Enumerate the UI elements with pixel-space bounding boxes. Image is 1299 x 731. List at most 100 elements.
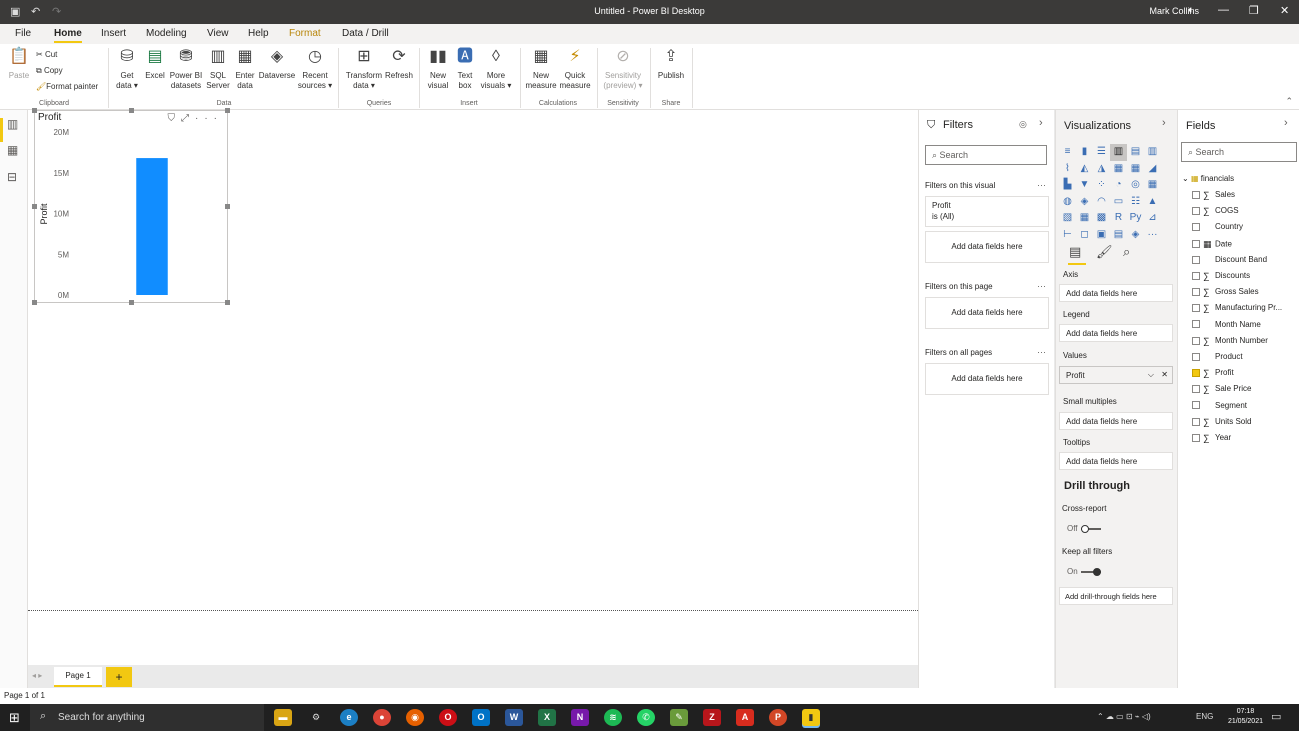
field-checkbox[interactable] — [1192, 417, 1200, 426]
100-column-icon[interactable]: ▥ — [1144, 144, 1161, 161]
refresh-button[interactable]: ⟳ Refresh — [384, 46, 414, 81]
smart-narrative-icon[interactable]: ▣ — [1093, 227, 1110, 244]
field-checkbox[interactable] — [1192, 434, 1200, 442]
chevron-down-icon[interactable]: ⌵ — [1148, 370, 1154, 380]
notepad-icon[interactable]: ✎ — [670, 709, 688, 726]
pie-icon[interactable]: ◔ — [1110, 177, 1127, 194]
taskbar-search[interactable]: ⌕ Search for anything — [30, 704, 264, 731]
resize-handle[interactable] — [225, 300, 230, 305]
line-column-icon[interactable]: ▦ — [1110, 161, 1127, 178]
field-checkbox[interactable] — [1192, 352, 1200, 361]
key-influencers-icon[interactable]: ⊿ — [1144, 210, 1161, 227]
edge-icon[interactable]: e — [340, 709, 358, 726]
recent-sources-button[interactable]: ◷ Recent sources ▾ — [297, 46, 333, 91]
field-manufacturing-pr[interactable]: ∑ Manufacturing Pr... — [1192, 303, 1299, 317]
field-profit[interactable]: ∑ Profit — [1192, 368, 1299, 382]
field-sales[interactable]: ∑ Sales — [1192, 190, 1299, 204]
waterfall-icon[interactable]: ▙ — [1059, 177, 1076, 194]
powerpoint-icon[interactable]: P — [769, 709, 787, 726]
card-icon[interactable]: ▭ — [1110, 194, 1127, 211]
python-visual-icon[interactable]: Py — [1127, 210, 1144, 227]
resize-handle[interactable] — [32, 108, 37, 113]
field-sale-price[interactable]: ∑ Sale Price — [1192, 384, 1299, 398]
field-checkbox[interactable] — [1192, 191, 1200, 199]
quick-measure-button[interactable]: ⚡ Quick measure — [558, 46, 592, 91]
restore-icon[interactable]: ❐ — [1249, 4, 1259, 17]
report-view-icon[interactable]: ▥ — [7, 117, 18, 131]
funnel-icon[interactable]: ▼ — [1076, 177, 1093, 194]
menu-home[interactable]: Home — [54, 28, 82, 43]
sql-server-button[interactable]: ▥ SQL Server — [205, 46, 231, 91]
text-box-button[interactable]: 🅰 Text box — [453, 46, 477, 91]
firefox-icon[interactable]: ◉ — [406, 709, 424, 726]
matrix-icon[interactable]: ▩ — [1093, 210, 1110, 227]
field-month-name[interactable]: Month Name — [1192, 320, 1299, 334]
small-multiples-well[interactable]: Add data fields here — [1059, 412, 1173, 430]
chrome-icon[interactable]: ● — [373, 709, 391, 726]
remove-field-icon[interactable]: ✕ — [1161, 370, 1168, 379]
decomposition-tree-icon[interactable]: ⊢ — [1059, 227, 1076, 244]
more-options-icon[interactable]: ··· — [1037, 281, 1046, 291]
kpi-icon[interactable]: ▲ — [1144, 194, 1161, 211]
fields-search-input[interactable]: ⌕ Search — [1181, 142, 1297, 162]
menu-modeling[interactable]: Modeling — [146, 28, 187, 39]
user-status-icon[interactable]: ◐ — [1188, 4, 1195, 16]
menu-format[interactable]: Format — [289, 28, 321, 39]
paste-button[interactable]: 📋 Paste — [6, 46, 32, 81]
field-month-number[interactable]: ∑ Month Number — [1192, 336, 1299, 350]
arcgis-icon[interactable]: ◈ — [1127, 227, 1144, 244]
stacked-area-icon[interactable]: ◮ — [1093, 161, 1110, 178]
clock[interactable]: 07:18 21/05/2021 — [1228, 707, 1263, 727]
field-checkbox[interactable] — [1192, 385, 1200, 394]
copy-button[interactable]: ⧉ Copy — [36, 66, 63, 76]
power-bi-datasets-button[interactable]: ⛃ Power BI datasets — [168, 46, 204, 91]
collapse-pane-icon[interactable]: › — [1284, 117, 1288, 129]
field-units-sold[interactable]: ∑ Units Sold — [1192, 417, 1299, 431]
page-tab[interactable]: Page 1 — [54, 667, 102, 687]
field-checkbox[interactable] — [1192, 401, 1200, 410]
page-filter-well[interactable]: Add data fields here — [925, 297, 1049, 329]
gauge-icon[interactable]: ◠ — [1093, 194, 1110, 211]
field-checkbox[interactable] — [1192, 255, 1200, 264]
field-checkbox[interactable] — [1192, 304, 1200, 313]
menu-insert[interactable]: Insert — [101, 28, 126, 39]
field-segment[interactable]: Segment — [1192, 401, 1299, 415]
report-canvas[interactable]: Profit ⛉⤢··· 20M 15M 10M 5M 0M Profit — [28, 108, 918, 665]
field-checkbox[interactable] — [1192, 207, 1200, 216]
sensitivity-button[interactable]: ⊘ Sensitivity (preview) ▾ — [600, 46, 646, 91]
dataverse-button[interactable]: ◈ Dataverse — [258, 46, 296, 81]
cross-report-toggle[interactable]: Off — [1067, 524, 1101, 533]
field-checkbox[interactable] — [1192, 240, 1200, 249]
outlook-icon[interactable]: O — [472, 709, 490, 726]
menu-data-drill[interactable]: Data / Drill — [342, 28, 389, 39]
field-checkbox[interactable] — [1192, 223, 1200, 232]
resize-handle[interactable] — [32, 300, 37, 305]
multi-row-card-icon[interactable]: ☷ — [1127, 194, 1144, 211]
ribbon-chart-icon[interactable]: ◢ — [1144, 161, 1161, 178]
stacked-bar-icon[interactable]: ≡ — [1059, 144, 1076, 161]
100-bar-icon[interactable]: ▤ — [1127, 144, 1144, 161]
resize-handle[interactable] — [129, 300, 134, 305]
clustered-bar-icon[interactable]: ☰ — [1093, 144, 1110, 161]
field-checkbox[interactable] — [1192, 288, 1200, 297]
power-bi-icon[interactable]: ▮ — [802, 709, 820, 726]
field-checkbox[interactable] — [1192, 272, 1200, 280]
map-icon[interactable]: ◍ — [1059, 194, 1076, 211]
onenote-icon[interactable]: N — [571, 709, 589, 726]
axis-well[interactable]: Add data fields here — [1059, 284, 1173, 302]
table-financials[interactable]: ⌄ ▦ financials — [1182, 174, 1296, 188]
line-clustered-icon[interactable]: ▦ — [1127, 161, 1144, 178]
treemap-icon[interactable]: ▦ — [1144, 177, 1161, 194]
field-discounts[interactable]: ∑ Discounts — [1192, 271, 1299, 285]
close-icon[interactable]: ✕ — [1280, 4, 1289, 17]
field-checkbox[interactable] — [1192, 336, 1200, 345]
filters-search-input[interactable]: ⌕ Search — [925, 145, 1047, 165]
profit-column-chart[interactable]: Profit ⛉⤢··· 20M 15M 10M 5M 0M Profit — [32, 108, 230, 305]
area-chart-icon[interactable]: ◭ — [1076, 161, 1093, 178]
report-filter-well[interactable]: Add data fields here — [925, 363, 1049, 395]
bar[interactable] — [136, 158, 168, 295]
filezilla-icon[interactable]: Z — [703, 709, 721, 726]
qa-icon[interactable]: ◻ — [1076, 227, 1093, 244]
more-options-icon[interactable]: ··· — [1037, 347, 1046, 357]
format-painter-button[interactable]: 🖌Format painter — [36, 82, 98, 91]
